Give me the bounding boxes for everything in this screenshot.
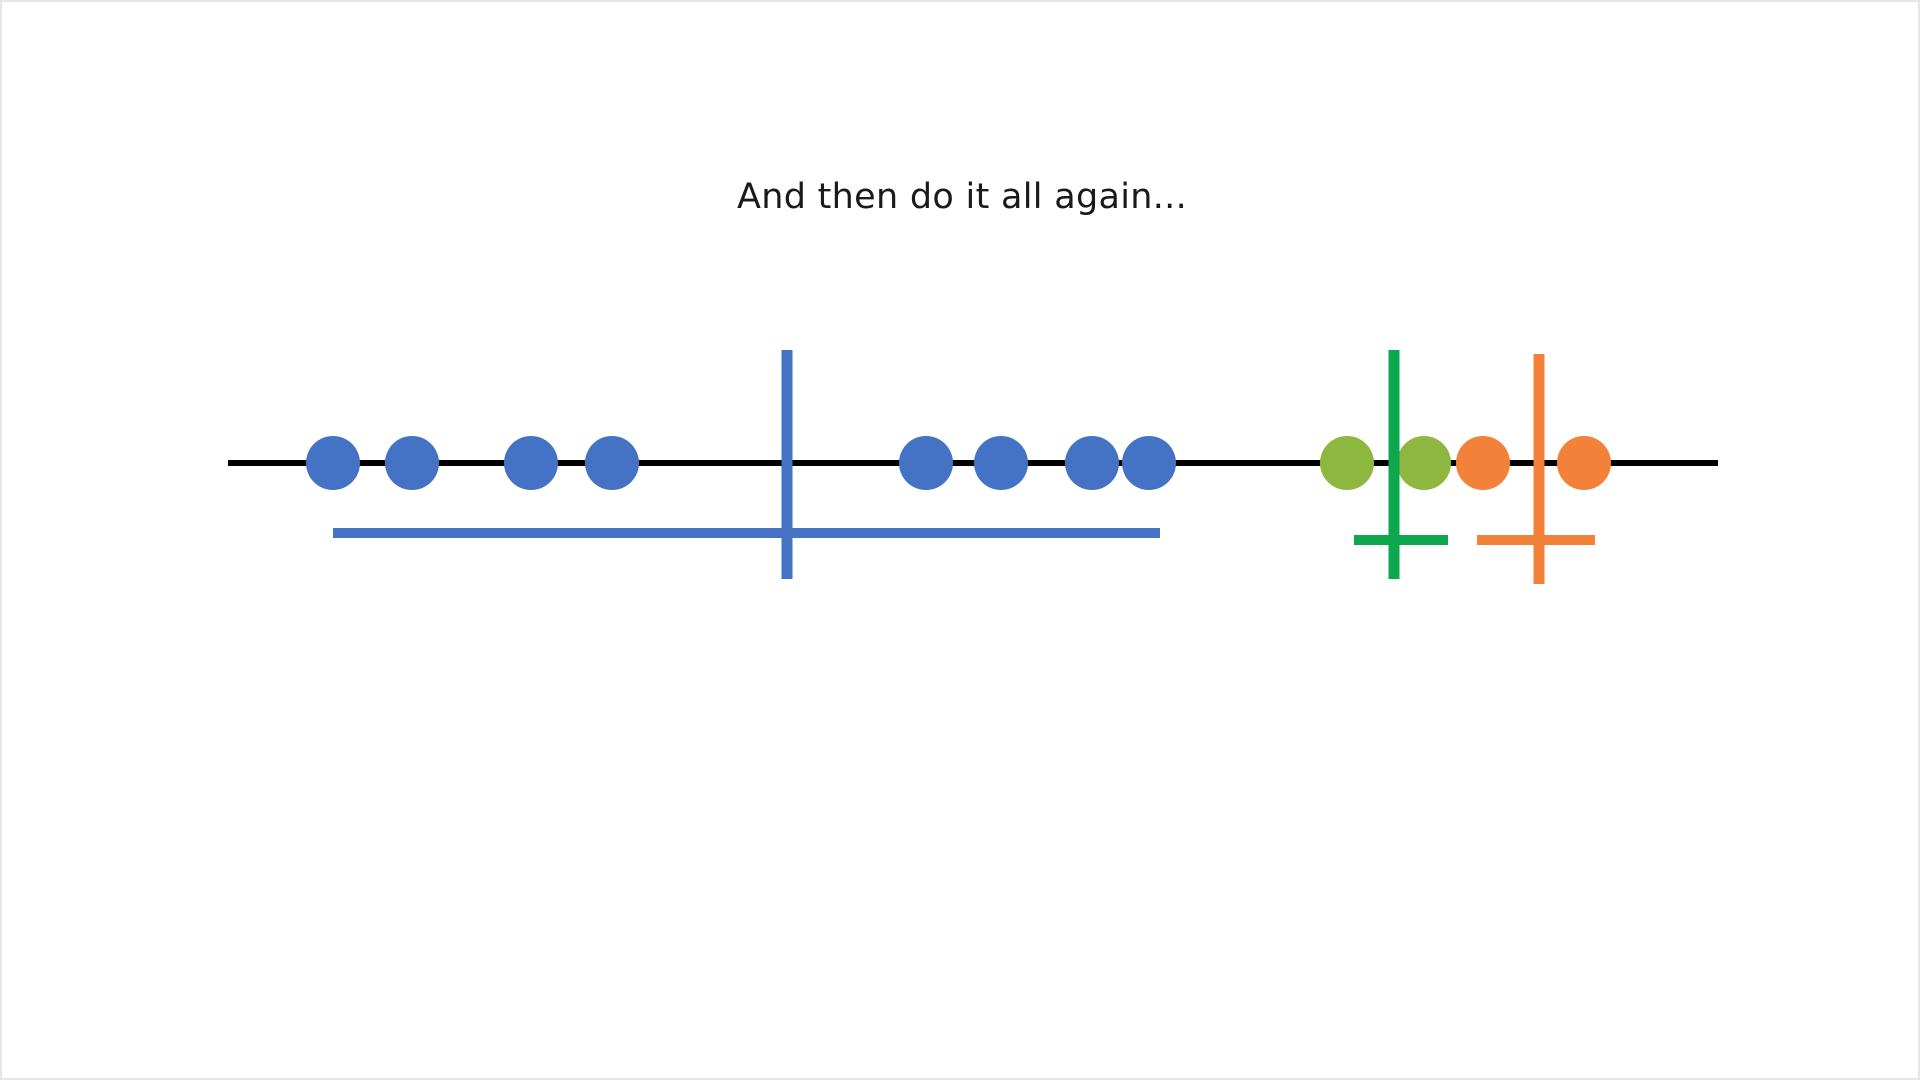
blue-data-point <box>1122 436 1176 490</box>
slide: And then do it all again... <box>0 0 1920 1080</box>
green-data-point <box>1397 436 1451 490</box>
blue-data-point <box>585 436 639 490</box>
blue-data-point <box>974 436 1028 490</box>
green-data-point <box>1320 436 1374 490</box>
blue-data-point <box>1065 436 1119 490</box>
blue-data-point <box>306 436 360 490</box>
number-line-diagram <box>228 350 1718 584</box>
orange-data-point <box>1557 436 1611 490</box>
blue-data-point <box>385 436 439 490</box>
blue-data-point <box>504 436 558 490</box>
orange-data-point <box>1456 436 1510 490</box>
blue-data-point <box>899 436 953 490</box>
